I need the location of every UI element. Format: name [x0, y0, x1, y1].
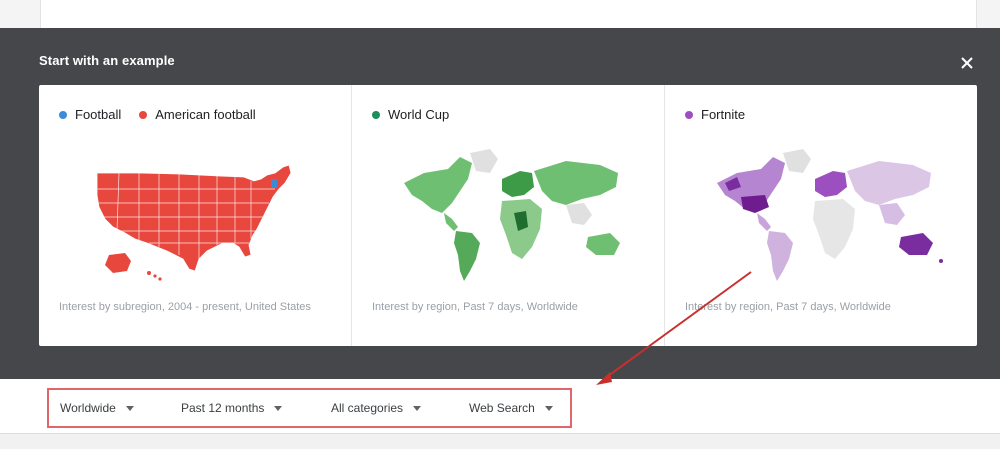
legend-label: Fortnite: [701, 107, 746, 122]
example-cards: Football American football Interest by s…: [39, 85, 977, 346]
examples-panel: Start with an example Football American …: [0, 28, 1000, 379]
world-map-green: [404, 149, 620, 281]
caret-down-icon: [274, 405, 283, 411]
filter-region[interactable]: Worldwide: [60, 390, 134, 426]
legend-dot: [139, 110, 148, 119]
us-map: [96, 164, 292, 281]
filter-label: Web Search: [469, 401, 535, 415]
caret-down-icon: [544, 405, 553, 411]
filters-highlight-box: Worldwide Past 12 months All categories …: [47, 388, 572, 428]
top-card: [40, 0, 977, 28]
example-card-football[interactable]: Football American football Interest by s…: [39, 85, 352, 346]
top-strip: [0, 0, 1000, 28]
legend-label: American football: [155, 107, 256, 122]
card-caption: Interest by region, Past 7 days, Worldwi…: [685, 301, 891, 313]
legend-item: Football: [59, 107, 121, 122]
filter-label: Past 12 months: [181, 401, 265, 415]
caret-down-icon: [413, 405, 422, 411]
filter-label: All categories: [331, 401, 404, 415]
filter-label: Worldwide: [60, 401, 116, 415]
example-card-world-cup[interactable]: World Cup Interest by region, Past 7 day…: [352, 85, 665, 346]
panel-title: Start with an example: [39, 53, 175, 68]
filter-time-range[interactable]: Past 12 months: [181, 390, 283, 426]
legend: Fortnite: [685, 107, 763, 122]
legend-item: American football: [139, 107, 256, 122]
legend: Football American football: [59, 107, 274, 122]
legend-item: Fortnite: [685, 107, 745, 122]
legend-dot: [685, 110, 693, 119]
legend-dot: [372, 110, 380, 119]
legend: World Cup: [372, 107, 467, 122]
close-icon[interactable]: [958, 54, 976, 72]
legend-item: World Cup: [372, 107, 449, 122]
filter-search-type[interactable]: Web Search: [469, 390, 553, 426]
world-map-purple: [717, 149, 943, 281]
filter-category[interactable]: All categories: [331, 390, 422, 426]
card-caption: Interest by region, Past 7 days, Worldwi…: [372, 301, 578, 313]
legend-dot: [59, 110, 67, 119]
caret-down-icon: [125, 405, 134, 411]
card-caption: Interest by subregion, 2004 - present, U…: [59, 301, 311, 313]
example-card-fortnite[interactable]: Fortnite Interest by region, Past 7 days…: [665, 85, 977, 346]
legend-label: World Cup: [388, 107, 450, 122]
legend-label: Football: [75, 107, 122, 122]
